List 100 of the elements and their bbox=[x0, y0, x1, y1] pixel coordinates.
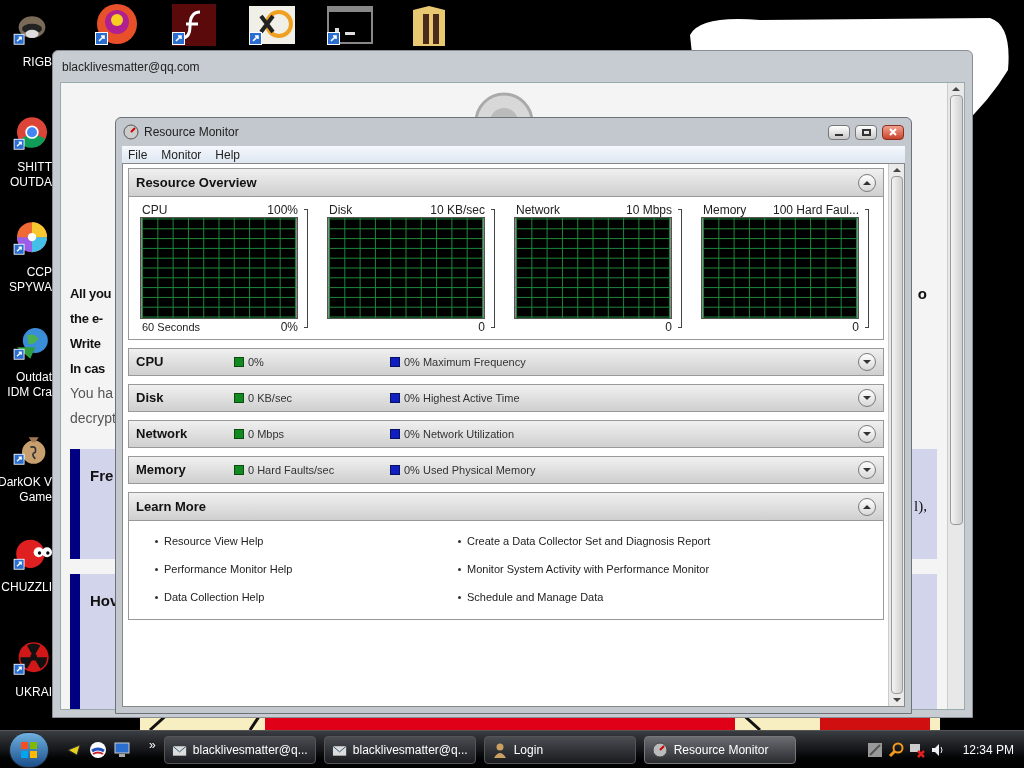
reading-text: 0% bbox=[248, 354, 265, 370]
page-text: l), bbox=[914, 497, 927, 516]
section-header[interactable]: Resource Overview bbox=[129, 169, 883, 197]
section-header[interactable]: Disk 0 KB/sec 0% Highest Active Time bbox=[128, 384, 884, 412]
chevron-up-icon bbox=[863, 503, 871, 510]
tray-icon[interactable] bbox=[866, 741, 883, 758]
icon-label: SPYWA bbox=[9, 280, 52, 295]
window-title: Resource Monitor bbox=[144, 124, 240, 141]
bullet-icon bbox=[155, 539, 158, 543]
section-header[interactable]: CPU 0% 0% Maximum Frequency bbox=[128, 348, 884, 376]
section-title: Network bbox=[136, 425, 189, 444]
graph-label: Network bbox=[516, 201, 560, 219]
icon-label: RIGB bbox=[22, 55, 52, 70]
graph-label: Memory bbox=[703, 201, 747, 219]
page-text: the e- bbox=[70, 310, 104, 328]
search-icon[interactable] bbox=[887, 741, 904, 758]
legend-swatch-icon bbox=[234, 465, 244, 475]
taskbar-button[interactable]: Resource Monitor bbox=[643, 735, 796, 764]
graph-label: Disk bbox=[329, 201, 353, 219]
page-text: Write bbox=[70, 335, 102, 353]
expand-button[interactable] bbox=[858, 425, 876, 443]
chevron-down-icon bbox=[863, 395, 871, 401]
page-text: All you bbox=[70, 285, 113, 303]
menu-item[interactable]: Help bbox=[215, 145, 241, 164]
scrollbar[interactable] bbox=[888, 164, 904, 706]
bullet-icon bbox=[458, 539, 461, 543]
help-link[interactable]: Data Collection Help bbox=[164, 588, 265, 606]
start-button[interactable] bbox=[9, 731, 49, 768]
person-icon bbox=[491, 741, 508, 758]
section-title: Resource Overview bbox=[136, 173, 257, 192]
close-icon bbox=[889, 128, 897, 136]
legend-swatch-icon bbox=[390, 429, 400, 439]
bullet-icon bbox=[458, 595, 461, 599]
section-header[interactable]: Memory 0 Hard Faults/sec 0% Used Physical Memory bbox=[128, 456, 884, 484]
maximize-button[interactable] bbox=[855, 124, 877, 140]
page-text: decrypt bbox=[70, 409, 117, 428]
graph-minimum: 0% bbox=[280, 319, 298, 336]
clock[interactable]: 12:34 PM bbox=[962, 740, 1014, 759]
reading-text: 0% Highest Active Time bbox=[404, 390, 521, 406]
help-link[interactable]: Monitor System Activity with Performance Monitor bbox=[467, 560, 710, 578]
collapse-button[interactable] bbox=[858, 173, 876, 192]
desktop-icon[interactable] bbox=[113, 740, 131, 759]
reading-text: 0% Maximum Frequency bbox=[404, 354, 527, 370]
windows-logo-icon bbox=[20, 740, 38, 759]
graph-minimum: 0 bbox=[852, 319, 859, 336]
help-link[interactable]: Create a Data Collector Set and Diagnosis Report bbox=[467, 532, 711, 550]
reading-text: 0 Hard Faults/sec bbox=[248, 462, 336, 478]
taskbar-button[interactable]: blacklivesmatter@q... bbox=[163, 735, 316, 764]
panel-heading: Fre bbox=[90, 466, 114, 486]
graph-scale: 100 Hard Faul... bbox=[772, 201, 859, 219]
menu-item[interactable]: Monitor bbox=[161, 145, 202, 164]
graph-label: CPU bbox=[142, 201, 168, 219]
graph-minimum: 0 bbox=[478, 319, 485, 336]
section-title: Disk bbox=[136, 389, 165, 408]
expand-button[interactable] bbox=[858, 389, 876, 407]
help-link[interactable]: Schedule and Manage Data bbox=[467, 588, 604, 606]
page-text: In cas bbox=[70, 360, 107, 378]
expand-button[interactable] bbox=[858, 461, 876, 479]
network-icon[interactable] bbox=[908, 741, 925, 758]
bullet-icon bbox=[155, 595, 158, 599]
icon-label: UKRAI bbox=[15, 685, 52, 700]
graph-minimum: 0 bbox=[665, 319, 672, 336]
legend-swatch-icon bbox=[390, 357, 400, 367]
taskbar-button[interactable]: Login bbox=[483, 735, 636, 764]
section-header[interactable]: Learn More bbox=[129, 493, 883, 521]
help-link[interactable]: Performance Monitor Help bbox=[164, 560, 293, 578]
chevron-down-icon bbox=[863, 467, 871, 473]
overflow-chevron[interactable]: » bbox=[149, 735, 156, 754]
icon-label: CHUZZLI bbox=[1, 580, 52, 595]
icon-label: OUTDA bbox=[10, 175, 52, 190]
taskbar-button[interactable]: blacklivesmatter@q... bbox=[323, 735, 476, 764]
minimize-button[interactable] bbox=[828, 124, 850, 140]
legend-swatch-icon bbox=[234, 393, 244, 403]
page-text: o bbox=[917, 284, 927, 304]
legend-swatch-icon bbox=[234, 429, 244, 439]
reading-text: 0% Used Physical Memory bbox=[404, 462, 537, 478]
window-title: blacklivesmatter@qq.com bbox=[62, 58, 200, 76]
bullet-icon bbox=[155, 567, 158, 571]
collapse-button[interactable] bbox=[858, 497, 876, 516]
graph-time: 60 Seconds bbox=[142, 319, 201, 335]
expand-button[interactable] bbox=[858, 353, 876, 371]
menu-item[interactable]: File bbox=[128, 145, 148, 164]
gauge-icon bbox=[651, 741, 668, 758]
scrollbar[interactable] bbox=[947, 83, 964, 709]
chevron-up-icon bbox=[863, 179, 871, 186]
section-title: Memory bbox=[136, 461, 187, 480]
legend-swatch-icon bbox=[390, 393, 400, 403]
section-title: CPU bbox=[136, 353, 165, 372]
icon-label: SHITT bbox=[17, 160, 52, 175]
icon-label: Game bbox=[19, 490, 52, 505]
close-button[interactable] bbox=[882, 124, 904, 140]
scrollbar-thumb[interactable] bbox=[890, 176, 903, 694]
section-header[interactable]: Network 0 Mbps 0% Network Utilization bbox=[128, 420, 884, 448]
scrollbar-thumb[interactable] bbox=[949, 95, 963, 525]
icon-label: Outdat bbox=[15, 370, 52, 385]
legend-swatch-icon bbox=[390, 465, 400, 475]
gauge-icon bbox=[123, 124, 139, 140]
graph-scale: 10 Mbps bbox=[625, 201, 672, 219]
help-link[interactable]: Resource View Help bbox=[164, 532, 264, 550]
page-text: You ha bbox=[70, 384, 115, 403]
